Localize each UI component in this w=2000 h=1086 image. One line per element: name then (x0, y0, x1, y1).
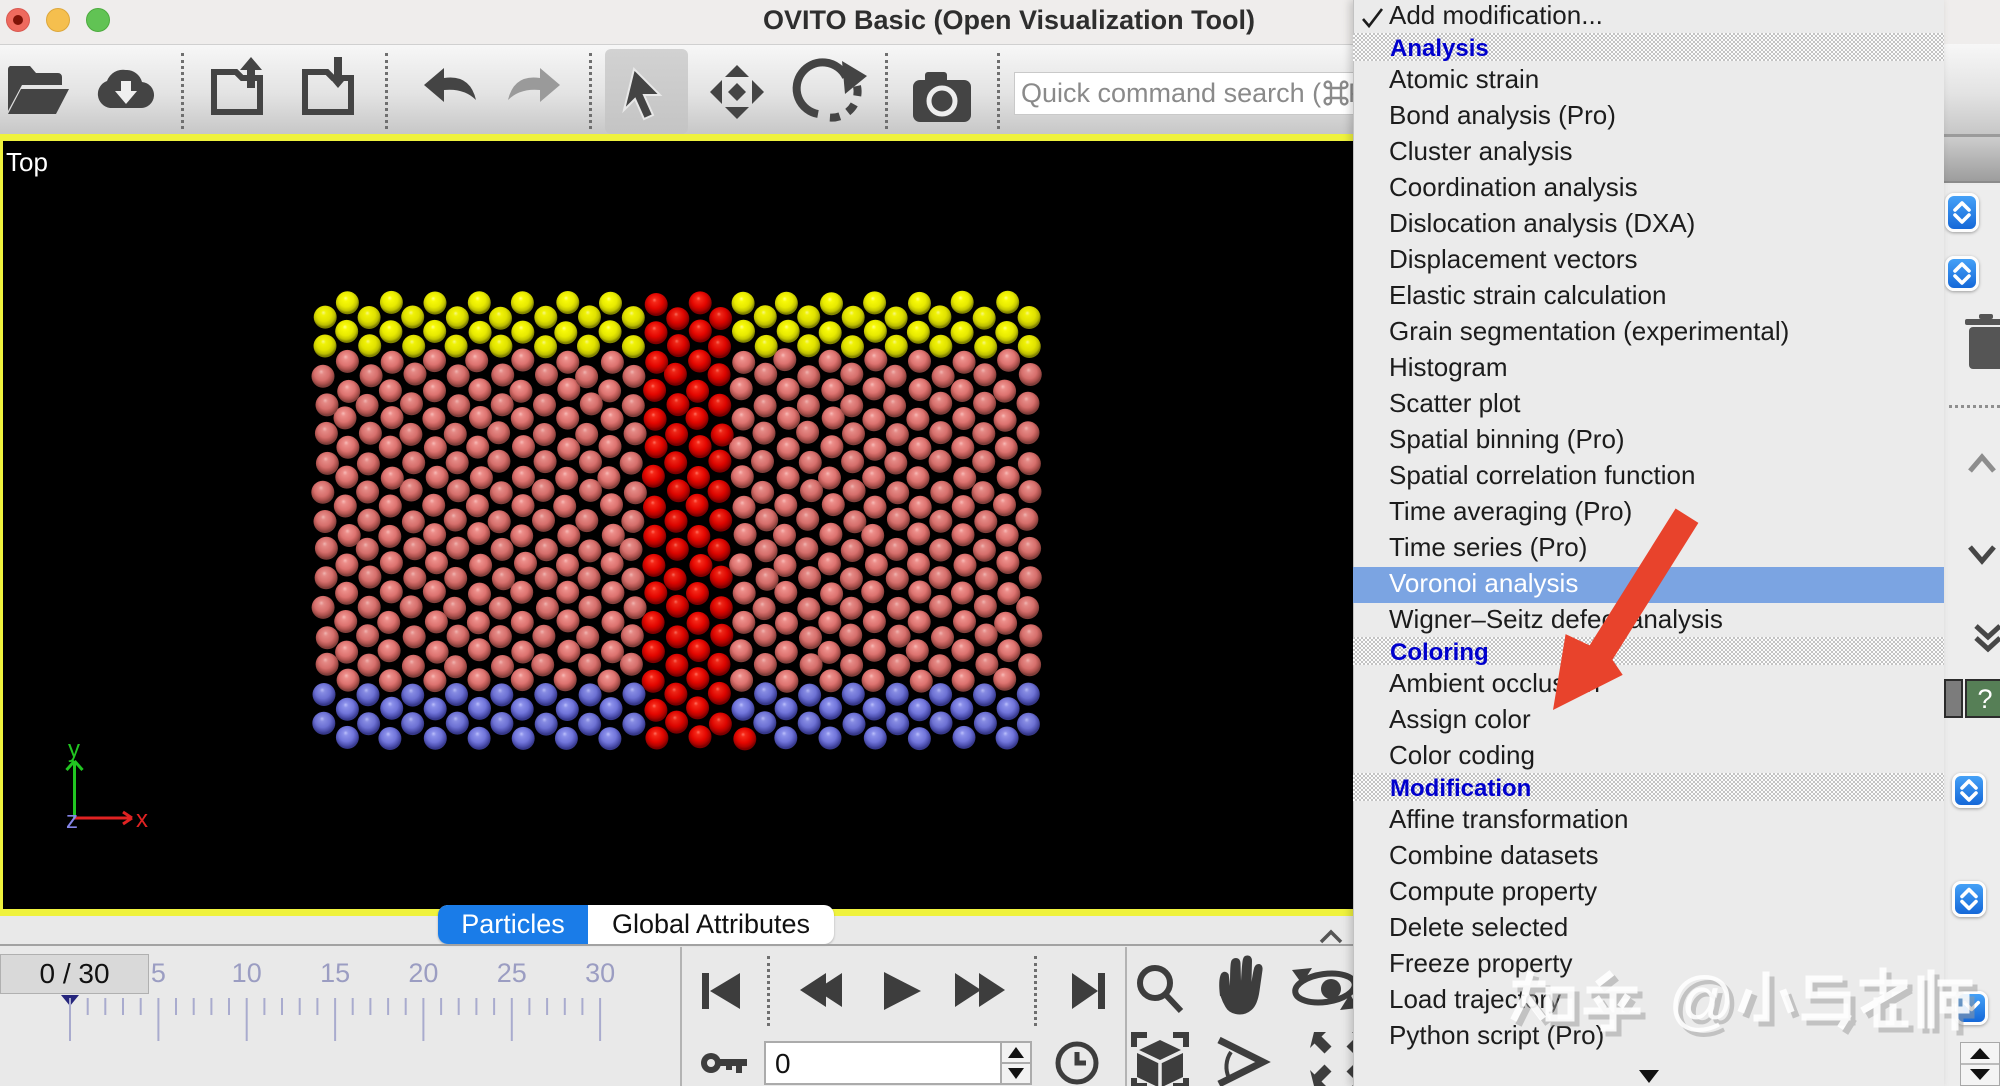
svg-text:@: @ (1668, 963, 1735, 1037)
